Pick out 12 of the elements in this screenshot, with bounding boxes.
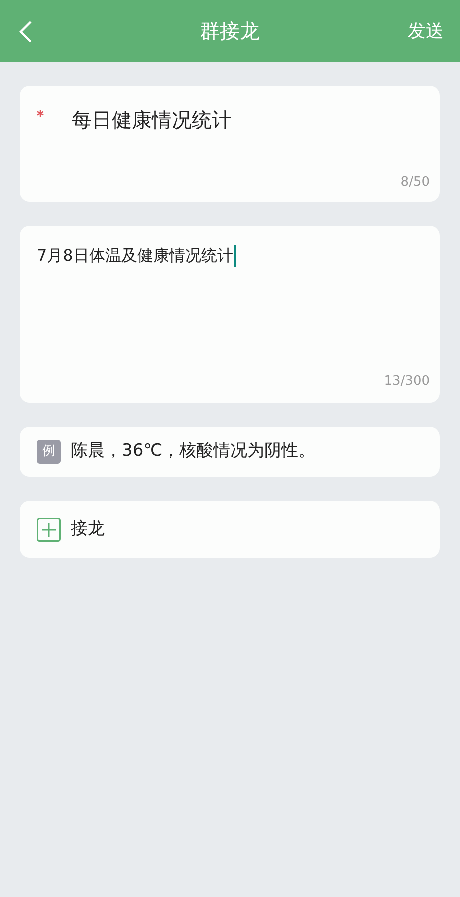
plus-icon [37, 518, 61, 542]
title-field[interactable]: 每日健康情况统计 8/50 [20, 86, 440, 202]
description-text: 7月8日体温及健康情况统计 [37, 245, 234, 267]
add-entry-button[interactable]: 接龙 [20, 501, 440, 558]
character-counter: 13/300 [384, 372, 430, 390]
title-text: 每日健康情况统计 [72, 107, 232, 134]
character-counter: 8/50 [400, 174, 430, 192]
example-text: 陈晨，36℃，核酸情况为阴性。 [71, 440, 316, 464]
example-badge: 例 [37, 440, 61, 464]
description-field[interactable]: 7月8日体温及健康情况统计 13/300 [20, 226, 440, 403]
page-title: 群接龙 [200, 18, 260, 45]
back-icon[interactable] [19, 20, 33, 44]
